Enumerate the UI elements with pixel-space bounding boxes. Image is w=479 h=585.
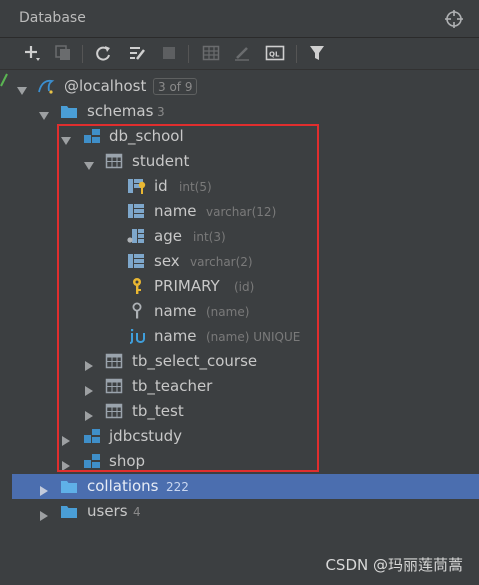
key-icon bbox=[129, 277, 147, 295]
chevron-right-icon[interactable] bbox=[61, 456, 71, 471]
filter-icon[interactable] bbox=[306, 42, 328, 64]
svg-text:QL: QL bbox=[269, 51, 280, 59]
toolbar: QL bbox=[0, 38, 479, 70]
column-id-label: id bbox=[154, 177, 168, 195]
edit-icon[interactable] bbox=[231, 42, 253, 64]
tree-row-index-name[interactable]: name (name) bbox=[0, 299, 479, 324]
mysql-dolphin-icon bbox=[37, 77, 55, 95]
table-label: tb_test bbox=[132, 402, 184, 420]
table-icon bbox=[105, 352, 123, 370]
database-tree: @localhost 3 of 9 schemas 3 db_school st… bbox=[0, 70, 479, 585]
refresh-icon[interactable] bbox=[92, 42, 114, 64]
chevron-right-icon[interactable] bbox=[84, 406, 94, 421]
users-count: 4 bbox=[133, 505, 141, 519]
unique-name-label: name bbox=[154, 327, 197, 345]
jdbcstudy-label: jdbcstudy bbox=[109, 427, 183, 445]
column-age-label: age bbox=[154, 227, 182, 245]
host-label: @localhost bbox=[64, 77, 147, 95]
table-label: tb_teacher bbox=[132, 377, 213, 395]
table-icon bbox=[105, 402, 123, 420]
student-label: student bbox=[132, 152, 190, 170]
chevron-right-icon[interactable] bbox=[39, 481, 49, 496]
tree-row-column-id[interactable]: id int(5) bbox=[0, 174, 479, 199]
tree-row-unique-name[interactable]: name (name) UNIQUE bbox=[0, 324, 479, 349]
duplicate-icon[interactable] bbox=[52, 42, 74, 64]
tree-row-jdbcstudy[interactable]: jdbcstudy bbox=[0, 424, 479, 449]
folder-icon bbox=[60, 477, 78, 495]
toolbar-separator bbox=[296, 45, 297, 63]
tree-row-column-name[interactable]: name varchar(12) bbox=[0, 199, 479, 224]
folder-icon bbox=[60, 102, 78, 120]
primary-key-column-icon bbox=[127, 177, 146, 195]
stop-icon[interactable] bbox=[158, 42, 180, 64]
table-icon bbox=[105, 377, 123, 395]
chevron-down-icon[interactable] bbox=[39, 106, 49, 120]
table-icon bbox=[105, 152, 123, 170]
chevron-right-icon[interactable] bbox=[39, 506, 49, 521]
panel-header: Database bbox=[0, 0, 479, 38]
watermark: CSDN @玛丽莲茼蒿 bbox=[325, 556, 463, 574]
index-name-hint: (name) bbox=[206, 305, 250, 319]
collations-count: 222 bbox=[166, 480, 189, 494]
crosshair-gear-icon[interactable] bbox=[444, 9, 464, 29]
db-school-label: db_school bbox=[109, 127, 184, 145]
host-badge: 3 of 9 bbox=[153, 78, 198, 95]
column-sex-type: varchar(2) bbox=[190, 255, 253, 269]
schema-icon bbox=[83, 127, 101, 145]
chevron-right-icon[interactable] bbox=[61, 431, 71, 446]
chevron-down-icon[interactable] bbox=[84, 156, 94, 170]
table-label: tb_select_course bbox=[132, 352, 258, 370]
collations-label: collations bbox=[87, 477, 159, 495]
tree-row-users[interactable]: users 4 bbox=[0, 499, 479, 524]
table-view-icon[interactable] bbox=[200, 42, 222, 64]
toolbar-separator bbox=[188, 45, 189, 63]
column-age-type: int(3) bbox=[193, 230, 226, 244]
indexed-column-icon bbox=[127, 227, 145, 245]
unique-constraint-icon bbox=[129, 327, 147, 345]
index-name-label: name bbox=[154, 302, 197, 320]
edit-properties-icon[interactable] bbox=[126, 42, 148, 64]
folder-icon bbox=[60, 502, 78, 520]
primary-key-hint: (id) bbox=[234, 280, 255, 294]
query-console-icon[interactable]: QL bbox=[264, 42, 286, 64]
tree-row-table[interactable]: tb_teacher bbox=[0, 374, 479, 399]
tree-row-table[interactable]: tb_select_course bbox=[0, 349, 479, 374]
shop-label: shop bbox=[109, 452, 146, 470]
column-icon bbox=[127, 202, 145, 220]
tree-row-column-age[interactable]: age int(3) bbox=[0, 224, 479, 249]
column-id-type: int(5) bbox=[179, 180, 212, 194]
users-label: users bbox=[87, 502, 128, 520]
unique-name-hint: (name) UNIQUE bbox=[206, 330, 301, 344]
schemas-label: schemas bbox=[87, 102, 154, 120]
tree-row-host[interactable]: @localhost 3 of 9 bbox=[0, 74, 479, 99]
tree-row-shop[interactable]: shop bbox=[0, 449, 479, 474]
chevron-right-icon[interactable] bbox=[84, 356, 94, 371]
toolbar-separator bbox=[82, 45, 83, 63]
schemas-count: 3 bbox=[157, 105, 165, 119]
chevron-right-icon[interactable] bbox=[84, 381, 94, 396]
chevron-down-icon[interactable] bbox=[61, 131, 71, 145]
column-sex-label: sex bbox=[154, 252, 180, 270]
tree-row-primary-key[interactable]: PRIMARY (id) bbox=[0, 274, 479, 299]
tree-row-table[interactable]: tb_test bbox=[0, 399, 479, 424]
index-icon bbox=[129, 302, 147, 320]
primary-key-label: PRIMARY bbox=[154, 277, 220, 295]
tree-row-column-sex[interactable]: sex varchar(2) bbox=[0, 249, 479, 274]
schema-icon bbox=[83, 452, 101, 470]
tree-row-student[interactable]: student bbox=[0, 149, 479, 174]
chevron-down-icon[interactable] bbox=[17, 81, 27, 95]
add-icon[interactable] bbox=[21, 42, 43, 64]
tree-row-db-school[interactable]: db_school bbox=[0, 124, 479, 149]
tree-row-collations[interactable]: collations 222 bbox=[12, 474, 479, 499]
column-name-label: name bbox=[154, 202, 197, 220]
column-name-type: varchar(12) bbox=[206, 205, 277, 219]
column-icon bbox=[127, 252, 145, 270]
schema-icon bbox=[83, 427, 101, 445]
tree-row-schemas[interactable]: schemas 3 bbox=[0, 99, 479, 124]
panel-title: Database bbox=[19, 10, 86, 26]
